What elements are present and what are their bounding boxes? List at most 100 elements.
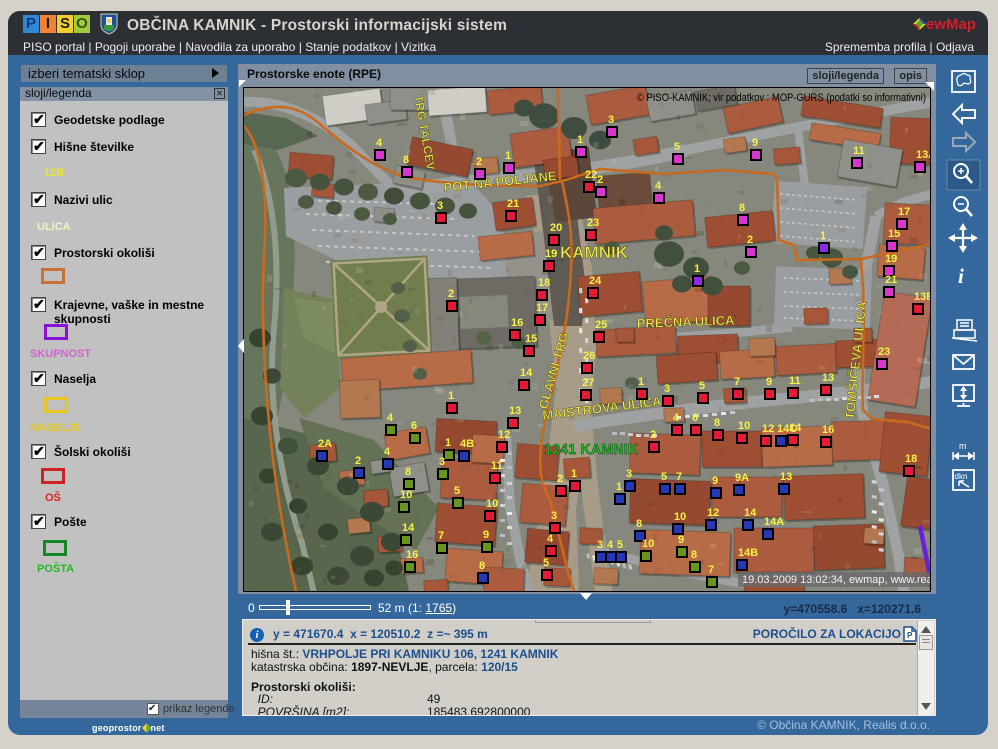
svg-text:11: 11 <box>491 460 503 472</box>
svg-text:1: 1 <box>577 134 583 146</box>
svg-text:12: 12 <box>498 429 510 441</box>
svg-text:5: 5 <box>454 485 460 497</box>
svg-text:3: 3 <box>608 114 614 126</box>
svg-text:9: 9 <box>766 376 772 388</box>
svg-text:13: 13 <box>509 405 521 417</box>
svg-text:24: 24 <box>589 275 602 287</box>
svg-text:10: 10 <box>738 420 750 432</box>
svg-text:12: 12 <box>707 507 719 519</box>
svg-text:13: 13 <box>780 471 792 483</box>
svg-text:1: 1 <box>505 150 511 162</box>
svg-text:2: 2 <box>597 174 603 186</box>
svg-text:8: 8 <box>739 202 745 214</box>
svg-text:12: 12 <box>762 423 774 435</box>
svg-text:1: 1 <box>445 437 451 449</box>
svg-text:4: 4 <box>655 180 662 192</box>
svg-text:13: 13 <box>822 372 834 384</box>
svg-text:1: 1 <box>571 468 577 480</box>
svg-text:7: 7 <box>734 376 740 388</box>
svg-text:2: 2 <box>650 429 656 441</box>
svg-text:20: 20 <box>550 222 562 234</box>
svg-text:19: 19 <box>545 248 557 260</box>
svg-text:23: 23 <box>878 346 890 358</box>
svg-text:5: 5 <box>661 471 667 483</box>
svg-text:KAMNIK: KAMNIK <box>560 243 629 262</box>
svg-text:2: 2 <box>747 234 753 246</box>
svg-text:1: 1 <box>694 263 700 275</box>
svg-text:16: 16 <box>406 549 418 561</box>
svg-text:14B: 14B <box>738 547 758 559</box>
svg-text:13A: 13A <box>916 149 931 161</box>
svg-text:6: 6 <box>411 420 417 432</box>
svg-text:7: 7 <box>708 564 714 576</box>
svg-text:14: 14 <box>744 507 757 519</box>
svg-text:1: 1 <box>820 230 826 242</box>
svg-text:10: 10 <box>400 489 412 501</box>
svg-text:17: 17 <box>536 302 548 314</box>
svg-text:6: 6 <box>692 412 698 424</box>
svg-text:25: 25 <box>595 319 607 331</box>
svg-text:5: 5 <box>674 141 680 153</box>
svg-text:14: 14 <box>520 367 533 379</box>
svg-text:11: 11 <box>789 375 801 387</box>
svg-text:14: 14 <box>402 522 415 534</box>
svg-text:9: 9 <box>752 137 758 149</box>
svg-text:15: 15 <box>525 333 537 345</box>
svg-text:2: 2 <box>355 455 361 467</box>
svg-text:8: 8 <box>403 154 409 166</box>
svg-text:14A: 14A <box>764 516 784 528</box>
svg-text:10: 10 <box>486 498 498 510</box>
svg-text:4: 4 <box>376 137 383 149</box>
svg-text:19: 19 <box>885 253 897 265</box>
svg-text:i: i <box>958 264 964 288</box>
svg-text:1: 1 <box>448 390 454 402</box>
svg-text:18: 18 <box>538 277 550 289</box>
svg-text:13B: 13B <box>914 291 931 303</box>
svg-text:4: 4 <box>387 412 394 424</box>
svg-text:14: 14 <box>789 422 802 434</box>
svg-text:© PISO-KAMNIK; vir podatkov :: © PISO-KAMNIK; vir podatkov : MOP-GURS (… <box>637 92 926 104</box>
svg-text:4: 4 <box>607 539 614 551</box>
svg-text:8: 8 <box>636 518 642 530</box>
svg-text:9: 9 <box>483 529 489 541</box>
svg-text:27: 27 <box>582 377 594 389</box>
svg-text:4: 4 <box>547 533 554 545</box>
svg-text:10: 10 <box>674 511 686 523</box>
svg-text:P: P <box>907 631 913 640</box>
svg-text:5: 5 <box>699 380 705 392</box>
svg-text:3: 3 <box>664 383 670 395</box>
svg-text:3: 3 <box>626 468 632 480</box>
svg-text:3: 3 <box>439 456 445 468</box>
svg-text:9A: 9A <box>735 472 749 484</box>
svg-text:9: 9 <box>678 534 684 546</box>
svg-text:5: 5 <box>617 539 623 551</box>
svg-text:5: 5 <box>543 557 549 569</box>
svg-text:10: 10 <box>642 538 654 550</box>
svg-text:23: 23 <box>587 217 599 229</box>
svg-text:8: 8 <box>691 549 697 561</box>
svg-text:dkn: dkn <box>955 472 968 481</box>
svg-text:7: 7 <box>676 471 682 483</box>
svg-text:22: 22 <box>585 169 597 181</box>
svg-text:2A: 2A <box>318 438 332 450</box>
svg-text:2: 2 <box>448 288 454 300</box>
svg-text:4: 4 <box>384 446 391 458</box>
svg-text:3: 3 <box>551 510 557 522</box>
svg-text:8: 8 <box>479 560 485 572</box>
svg-text:2: 2 <box>557 473 563 485</box>
svg-text:19.03.2009 13:02:34, ewmap, ww: 19.03.2009 13:02:34, ewmap, www.realis.s… <box>742 574 931 586</box>
svg-text:1: 1 <box>638 376 644 388</box>
svg-text:1241 KAMNIK: 1241 KAMNIK <box>544 442 639 458</box>
svg-text:18: 18 <box>905 453 917 465</box>
svg-text:8: 8 <box>714 417 720 429</box>
svg-text:4B: 4B <box>460 438 474 450</box>
svg-text:16: 16 <box>511 317 523 329</box>
svg-text:11: 11 <box>853 145 865 157</box>
svg-text:7: 7 <box>438 530 444 542</box>
svg-text:2: 2 <box>476 156 482 168</box>
svg-text:21: 21 <box>885 274 897 286</box>
svg-text:17: 17 <box>898 206 910 218</box>
svg-text:3: 3 <box>597 539 603 551</box>
svg-text:21: 21 <box>507 198 519 210</box>
svg-text:m: m <box>959 441 967 451</box>
